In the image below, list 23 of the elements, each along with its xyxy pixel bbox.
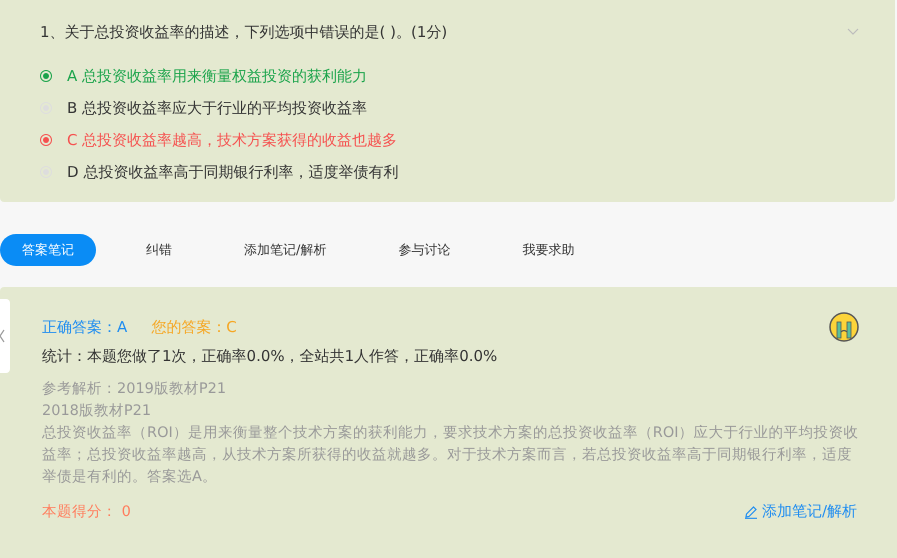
option-text: D 总投资收益率高于同期银行利率，适度举债有利 (67, 162, 398, 182)
your-answer: 您的答案：C (151, 318, 237, 336)
tab[interactable]: 纠错 (124, 234, 194, 266)
tab[interactable]: 我要求助 (500, 234, 596, 266)
crying-face-icon (829, 312, 859, 342)
analysis-text: 参考解析：2019版教材P21 (42, 380, 228, 399)
score-text: 本题得分： 0 (42, 503, 131, 521)
correct-answer: 正确答案：A (42, 318, 128, 336)
chevron-down-icon[interactable] (847, 28, 859, 36)
option-text: B 总投资收益率应大于行业的平均投资收益率 (67, 98, 368, 118)
chevron-left-icon (0, 329, 5, 343)
analysis-text: 总投资收益率（ROI）是用来衡量整个技术方案的获利能力，要求技术方案的总投资收益率（ROI）应大于行业的平均投资收益率；总投资收益率越高，从技术方案所获得的收益就越多。对于技术方案而言，若总投资收益率高于同期银行利率，适度举债是有利的。答案选A。 (42, 424, 860, 487)
option-text: C 总投资收益率越高，技术方案获得的收益也越多 (67, 130, 398, 150)
radio-button[interactable] (40, 134, 52, 146)
analysis-text: 2018版教材P21 (42, 402, 152, 421)
statistics-text: 统计：本题您做了1次，正确率0.0%，全站共1人作答，正确率0.0% (42, 347, 498, 366)
question-title: 1、关于总投资收益率的描述，下列选项中错误的是( )。(1分) (40, 22, 448, 42)
tab[interactable]: 添加笔记/解析 (222, 234, 348, 266)
pencil-icon (744, 504, 758, 518)
collapse-handle[interactable] (0, 299, 10, 373)
option-text: A 总投资收益率用来衡量权益投资的获利能力 (67, 66, 368, 86)
tab[interactable]: 参与讨论 (376, 234, 472, 266)
radio-button[interactable] (40, 70, 52, 82)
